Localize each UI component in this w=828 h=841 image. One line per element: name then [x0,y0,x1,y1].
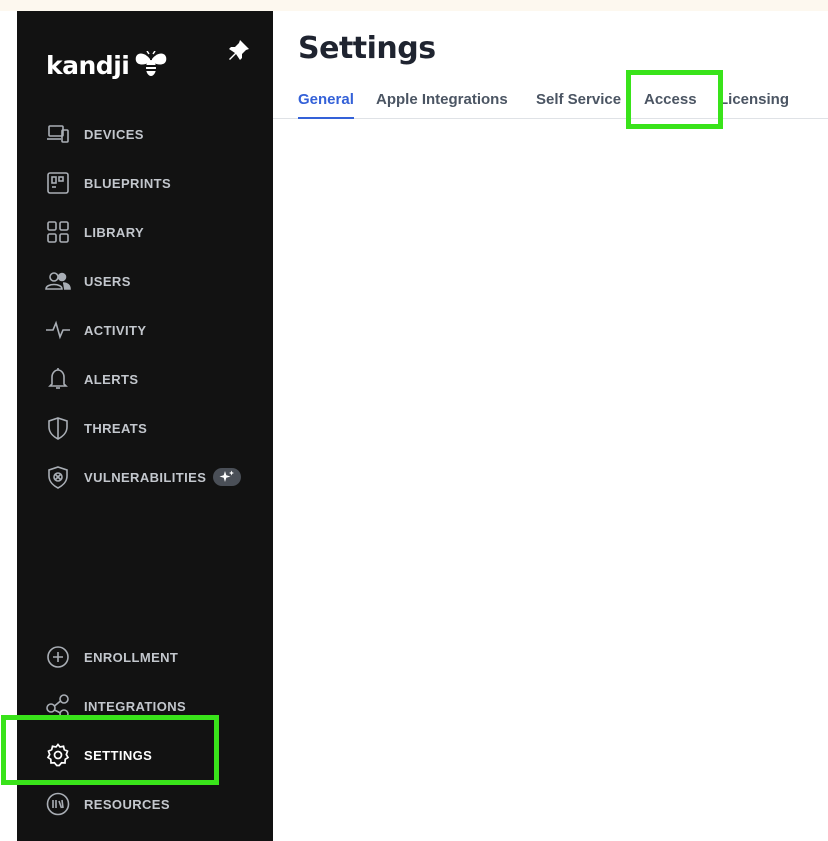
ai-badge [213,468,242,486]
sidebar-item-library[interactable]: LIBRARY [44,216,254,248]
sidebar-item-label: RESOURCES [84,796,170,812]
sidebar-item-users[interactable]: USERS [44,265,254,297]
sidebar-item-label: SETTINGS [84,747,153,763]
sidebar-item-devices[interactable]: DEVICES [44,118,254,150]
sidebar-item-label: VULNERABILITIES [84,469,207,485]
logo-text: kandji [46,50,130,80]
sidebar-item-integrations[interactable]: INTEGRATIONS [44,690,254,722]
bell-icon [44,365,72,393]
pin-sidebar-button[interactable] [225,37,253,65]
pin-icon [229,40,249,60]
tab-apple-integrations[interactable]: Apple Integrations [376,91,508,119]
grid-icon [44,218,72,246]
pulse-icon [44,316,72,344]
users-icon [44,267,72,295]
plus-circle-icon [44,643,72,671]
left-gutter [0,11,17,841]
share-nodes-icon [44,692,72,720]
main-content: Settings General Apple Integrations Self… [273,11,828,841]
tab-general[interactable]: General [298,91,354,119]
sidebar-item-enrollment[interactable]: ENROLLMENT [44,641,254,673]
books-icon [44,790,72,818]
page-title: Settings [298,31,436,66]
sidebar-item-blueprints[interactable]: BLUEPRINTS [44,167,254,199]
sidebar-item-label: INTEGRATIONS [84,698,187,714]
sidebar-item-label: DEVICES [84,126,144,142]
tab-licensing[interactable]: Licensing [719,91,789,119]
sidebar-item-label: ENROLLMENT [84,649,179,665]
sidebar-item-alerts[interactable]: ALERTS [44,363,254,395]
gear-icon [44,741,72,769]
sidebar-item-activity[interactable]: ACTIVITY [44,314,254,346]
devices-icon [44,120,72,148]
settings-tab-bar: General Apple Integrations Self Service … [273,87,828,119]
sparkle-icon [219,470,235,482]
sidebar-item-resources[interactable]: RESOURCES [44,788,254,820]
tab-access[interactable]: Access [644,91,697,119]
kandji-logo[interactable]: kandji [46,49,169,81]
sidebar-item-label: USERS [84,273,131,289]
sidebar: kandji DEVICES BLUEPRINTS LIBRARY USERS … [17,11,273,841]
sidebar-item-vulnerabilities[interactable]: VULNERABILITIES [44,461,274,493]
top-banner-strip [0,0,828,11]
sidebar-item-label: LIBRARY [84,224,145,240]
sidebar-item-threats[interactable]: THREATS [44,412,254,444]
sidebar-item-label: ACTIVITY [84,322,147,338]
sidebar-item-label: ALERTS [84,371,139,387]
shield-icon [44,414,72,442]
bee-icon [136,51,167,76]
sidebar-item-label: BLUEPRINTS [84,175,172,191]
sidebar-item-label: THREATS [84,420,148,436]
sidebar-item-settings[interactable]: SETTINGS [44,739,254,771]
blueprint-icon [44,169,72,197]
shield-bug-icon [44,463,72,491]
tab-self-service[interactable]: Self Service [536,91,621,119]
